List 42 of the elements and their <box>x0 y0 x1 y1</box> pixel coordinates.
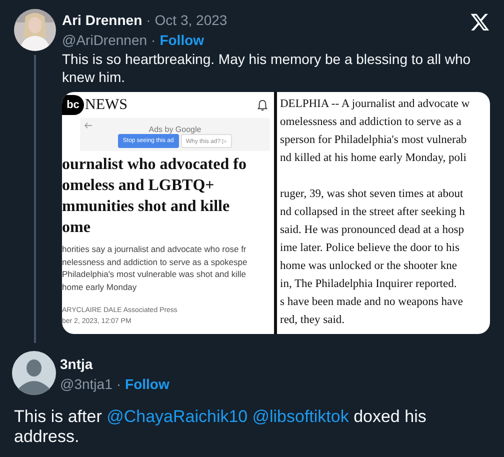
article-line: ime later. Police believe the door to his <box>280 241 460 256</box>
article-line: DELPHIA -- A journalist and advocate w <box>280 97 471 112</box>
reply-text: This is after @ChayaRaichik10 @libsoftiktok doxed his address. <box>14 407 428 447</box>
article-line: said. He was pronounced dead at a hosp <box>280 223 465 238</box>
headline-line: ome <box>62 218 92 238</box>
article-line: sperson for Philadelphia's most vulnerab <box>280 133 468 148</box>
separator-dot: · <box>116 376 122 392</box>
logo-mark: bc <box>62 95 84 115</box>
article-line: omelessness and addiction to serve as a <box>280 115 462 130</box>
article-line: nd collapsed in the street after seeking h <box>280 205 466 220</box>
mention-link[interactable]: @ChayaRaichik10 <box>106 407 248 426</box>
article-line: s have been made and no weapons have <box>280 295 464 310</box>
bell-icon[interactable] <box>257 98 268 112</box>
author-name[interactable]: Ari Drennen <box>62 12 142 28</box>
headline-line: mmunities shot and kille <box>62 197 231 217</box>
x-logo-icon[interactable] <box>470 12 490 32</box>
author-handle[interactable]: @3ntja1 <box>60 376 112 392</box>
article-line: ruger, 39, was shot seven times at about <box>280 187 464 202</box>
mention-link[interactable]: @libsoftiktok <box>252 407 349 426</box>
headline-line: omeless and LGBTQ+ <box>62 176 216 196</box>
article-line: red, they said. <box>280 313 346 328</box>
author-handle[interactable]: @AriDrennen <box>62 32 148 48</box>
ads-label: Ads by Google <box>148 125 202 134</box>
headline-line: ournalist who advocated fo <box>62 155 248 175</box>
tweet-text: This is so heartbreaking. May his memory be a blessing to all who knew him. <box>62 50 472 86</box>
separator-dot: · <box>146 12 151 28</box>
back-arrow-icon[interactable] <box>84 122 93 129</box>
author-name[interactable]: 3ntja <box>60 356 93 372</box>
article-line: in, The Philadelphia Inquirer reported. <box>280 277 458 292</box>
tweet-date[interactable]: Oct 3, 2023 <box>154 12 228 28</box>
media-card[interactable] <box>62 92 490 334</box>
summary-line: horities say a journalist and advocate who rose fr <box>62 243 248 256</box>
follow-link[interactable]: Follow <box>125 376 170 392</box>
summary-line: Philadelphia's most vulnerable was shot and kille <box>62 268 248 280</box>
separator-dot: · <box>151 32 156 48</box>
article-line: home was unlocked or the shooter kne <box>280 259 458 274</box>
follow-link[interactable]: Follow <box>160 32 204 48</box>
summary-line: home early Monday <box>62 280 138 293</box>
avatar-icon <box>12 351 56 395</box>
article-line: nd killed at his home early Monday, poli <box>280 151 468 166</box>
logo-wordmark: NEWS <box>85 96 128 114</box>
summary-line: nelessness and addiction to serve as a spokespe <box>62 256 248 268</box>
